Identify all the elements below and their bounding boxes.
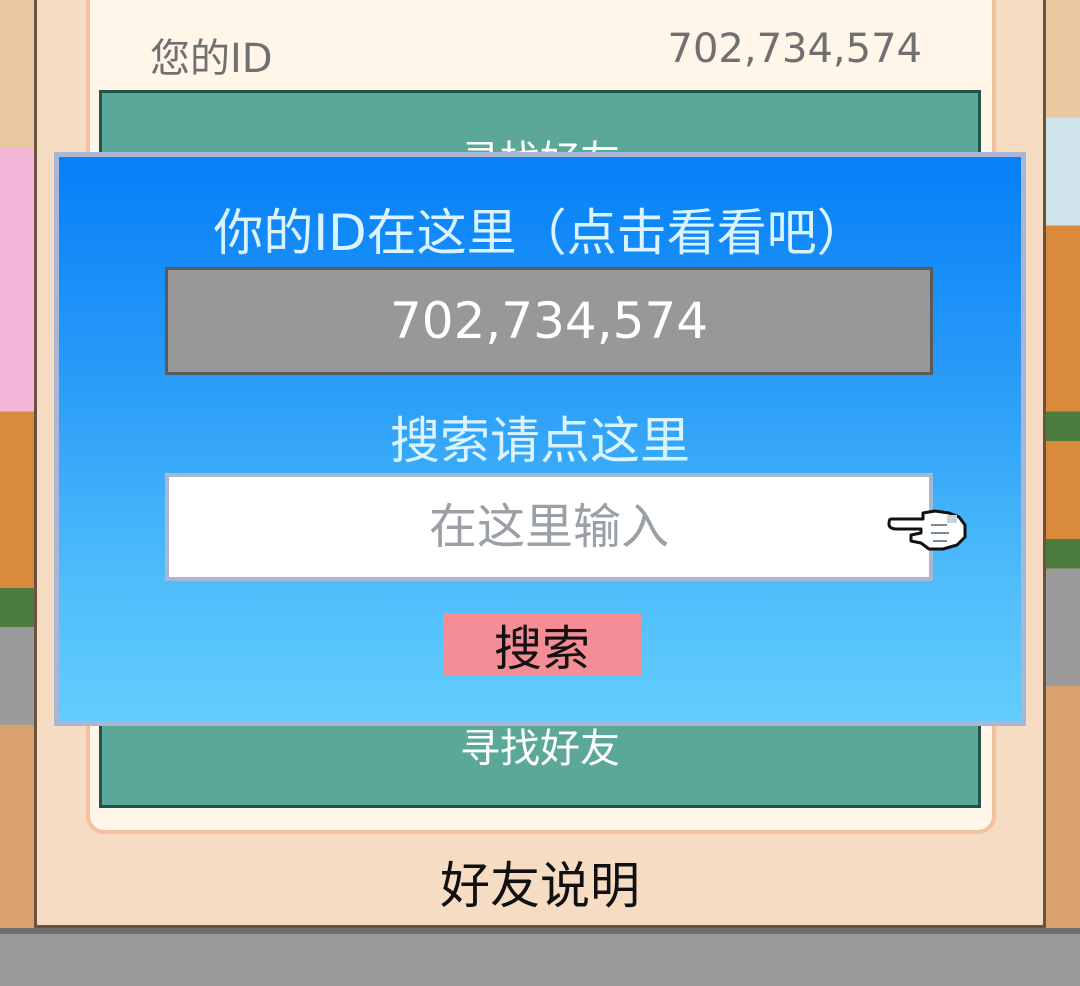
friend-id-search-input[interactable] bbox=[165, 473, 933, 581]
search-button[interactable]: 搜索 bbox=[443, 613, 641, 677]
friend-help-button[interactable]: 好友说明 bbox=[0, 846, 1080, 918]
your-id-label: 您的ID bbox=[150, 36, 273, 82]
search-label: 搜索请点这里 bbox=[390, 412, 690, 470]
pointing-hand-icon bbox=[887, 509, 967, 551]
dialog-title: 你的ID在这里（点击看看吧） bbox=[213, 204, 867, 262]
dialog-id-value: 702,734,574 bbox=[389, 292, 709, 350]
copy-id-box[interactable]: 702,734,574 bbox=[165, 267, 933, 375]
your-id-value: 702,734,574 bbox=[667, 26, 922, 72]
id-search-dialog: 你的ID在这里（点击看看吧） 702,734,574 搜索请点这里 搜索 bbox=[54, 152, 1026, 726]
background-street bbox=[0, 928, 1080, 986]
